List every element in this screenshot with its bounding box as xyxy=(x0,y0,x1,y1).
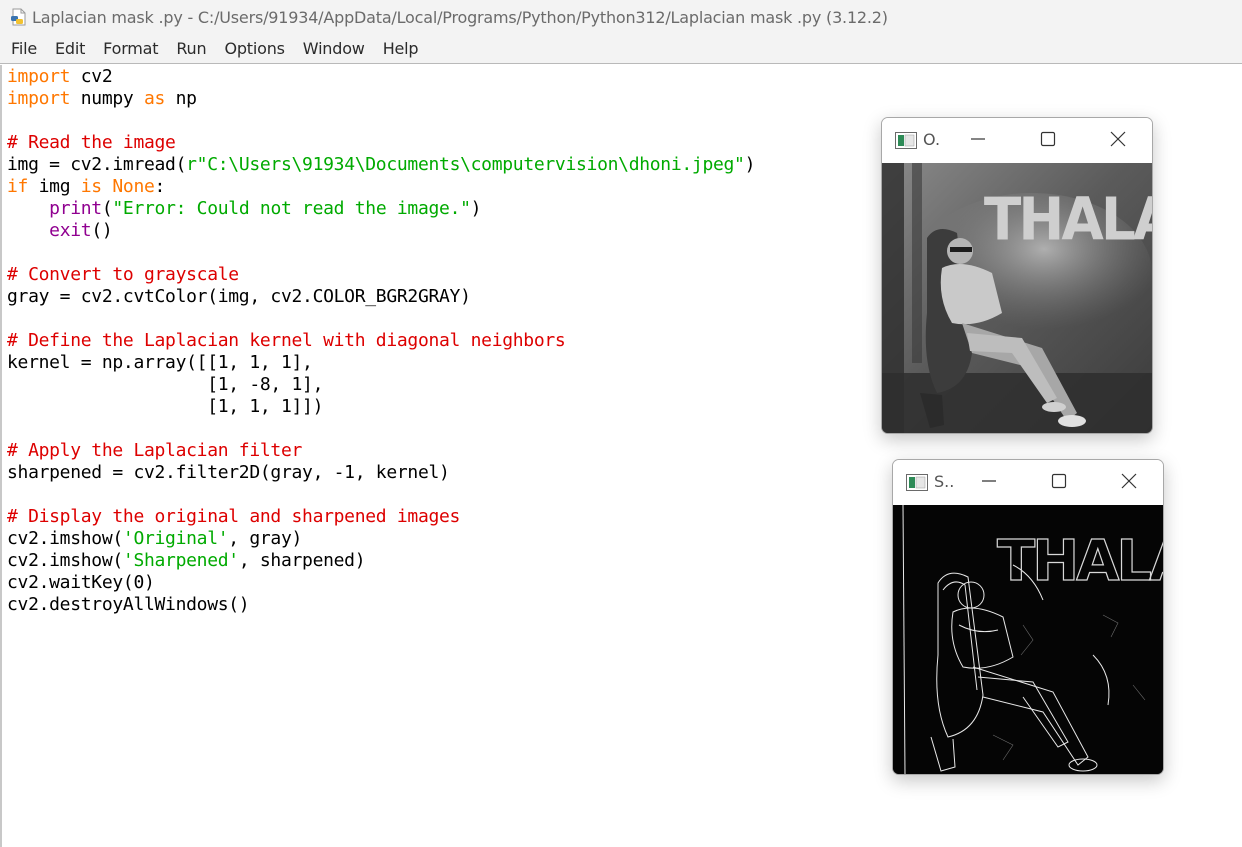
code-token: 'Original' xyxy=(122,528,229,549)
code-token: is xyxy=(80,176,102,197)
code-token: , gray) xyxy=(228,528,303,549)
code-line[interactable]: # Read the image xyxy=(7,132,755,154)
window-title: Laplacian mask .py - C:/Users/91934/AppD… xyxy=(32,7,888,27)
code-line[interactable]: # Define the Laplacian kernel with diago… xyxy=(7,330,755,352)
close-icon[interactable] xyxy=(1106,128,1130,150)
code-token: cv2.destroyAllWindows() xyxy=(7,594,250,615)
code-token: as xyxy=(144,88,166,109)
code-line[interactable] xyxy=(7,484,755,506)
code-token: numpy xyxy=(70,88,144,109)
menu-options[interactable]: Options xyxy=(215,39,293,58)
code-token: gray = cv2.cvtColor(img, cv2.COLOR_BGR2G… xyxy=(7,286,471,307)
minimize-icon[interactable] xyxy=(977,470,1001,492)
code-token: ) xyxy=(470,198,482,219)
title-bar: Laplacian mask .py - C:/Users/91934/AppD… xyxy=(0,0,1242,34)
code-token: [1, -8, 1], xyxy=(7,374,324,395)
code-line[interactable]: import cv2 xyxy=(7,66,755,88)
code-line[interactable]: img = cv2.imread(r"C:\Users\91934\Docume… xyxy=(7,154,755,176)
code-token: cv2.imshow( xyxy=(7,528,123,549)
original-grayscale-image: THALA xyxy=(882,163,1152,433)
code-token: # Apply the Laplacian filter xyxy=(7,440,303,461)
code-line[interactable]: cv2.waitKey(0) xyxy=(7,572,755,594)
code-line[interactable]: if img is None: xyxy=(7,176,755,198)
menu-format[interactable]: Format xyxy=(94,39,167,58)
code-line[interactable]: cv2.imshow('Sharpened', sharpened) xyxy=(7,550,755,572)
close-icon[interactable] xyxy=(1117,470,1141,492)
code-line[interactable]: # Display the original and sharpened ima… xyxy=(7,506,755,528)
menu-file[interactable]: File xyxy=(2,39,46,58)
code-token: "Error: Could not read the image." xyxy=(112,198,471,219)
code-text[interactable]: import cv2 import numpy as np # Read the i… xyxy=(7,66,755,616)
code-token: : xyxy=(154,176,166,197)
code-token: img xyxy=(28,176,81,197)
code-line[interactable]: print("Error: Could not read the image."… xyxy=(7,198,755,220)
code-token: , sharpened) xyxy=(238,550,366,571)
code-token: import xyxy=(7,88,71,109)
code-line[interactable]: [1, 1, 1]]) xyxy=(7,396,755,418)
code-token: exit xyxy=(49,220,92,241)
code-token: # Display the original and sharpened ima… xyxy=(7,506,461,527)
code-token: # Convert to grayscale xyxy=(7,264,239,285)
maximize-icon[interactable] xyxy=(1036,128,1060,150)
original-window-title: O. xyxy=(923,130,941,149)
code-token: # Define the Laplacian kernel with diago… xyxy=(7,330,566,351)
code-line[interactable]: cv2.destroyAllWindows() xyxy=(7,594,755,616)
maximize-icon[interactable] xyxy=(1047,470,1071,492)
menu-help[interactable]: Help xyxy=(374,39,428,58)
sharpened-edge-image: THALA xyxy=(893,505,1163,774)
code-line[interactable] xyxy=(7,110,755,132)
code-token: cv2.imshow( xyxy=(7,550,123,571)
code-token: np xyxy=(165,88,197,109)
code-token: img = cv2.imread( xyxy=(7,154,187,175)
opencv-window-icon xyxy=(906,474,928,491)
code-token: if xyxy=(7,176,29,197)
minimize-icon[interactable] xyxy=(966,128,990,150)
code-line[interactable]: gray = cv2.cvtColor(img, cv2.COLOR_BGR2G… xyxy=(7,286,755,308)
code-line[interactable] xyxy=(7,418,755,440)
code-line[interactable]: [1, -8, 1], xyxy=(7,374,755,396)
code-token: () xyxy=(91,220,113,241)
code-line[interactable]: kernel = np.array([[1, 1, 1], xyxy=(7,352,755,374)
sharpened-image-text: THALA xyxy=(997,529,1163,594)
original-image-window[interactable]: O. THAL xyxy=(881,117,1153,434)
original-window-titlebar[interactable]: O. xyxy=(882,118,1152,160)
code-token: sharpened = cv2.filter2D(gray, -1, kerne… xyxy=(7,462,450,483)
code-line[interactable] xyxy=(7,308,755,330)
menu-edit[interactable]: Edit xyxy=(46,39,94,58)
menu-run[interactable]: Run xyxy=(167,39,215,58)
sharpened-window-titlebar[interactable]: S.. xyxy=(893,460,1163,502)
python-file-icon xyxy=(10,8,28,26)
sharpened-image-window[interactable]: S.. THAL xyxy=(892,459,1164,775)
code-token: print xyxy=(49,198,102,219)
code-token: [1, 1, 1]]) xyxy=(7,396,324,417)
original-image-view: THALA xyxy=(882,163,1152,433)
sharpened-window-title: S.. xyxy=(934,472,955,491)
code-token: 'Sharpened' xyxy=(122,550,239,571)
code-line[interactable]: cv2.imshow('Original', gray) xyxy=(7,528,755,550)
code-token: kernel = np.array([[1, 1, 1], xyxy=(7,352,313,373)
sharpened-image-view: THALA xyxy=(893,505,1163,774)
code-token: r"C:\Users\91934\Documents\computervisio… xyxy=(186,154,745,175)
code-line[interactable]: # Convert to grayscale xyxy=(7,264,755,286)
code-line[interactable]: import numpy as np xyxy=(7,88,755,110)
menu-bar: File Edit Format Run Options Window Help xyxy=(0,34,1242,64)
code-line[interactable] xyxy=(7,242,755,264)
code-line[interactable]: # Apply the Laplacian filter xyxy=(7,440,755,462)
original-image-text: THALA xyxy=(984,186,1152,254)
opencv-window-icon xyxy=(895,132,917,149)
code-token: cv2 xyxy=(70,66,113,87)
code-token: # Read the image xyxy=(7,132,176,153)
menu-window[interactable]: Window xyxy=(294,39,374,58)
code-token: ) xyxy=(744,154,756,175)
code-line[interactable]: exit() xyxy=(7,220,755,242)
code-token: ( xyxy=(101,198,113,219)
code-line[interactable]: sharpened = cv2.filter2D(gray, -1, kerne… xyxy=(7,462,755,484)
code-token: None xyxy=(112,176,155,197)
code-token: cv2.waitKey(0) xyxy=(7,572,155,593)
code-token: import xyxy=(7,66,71,87)
